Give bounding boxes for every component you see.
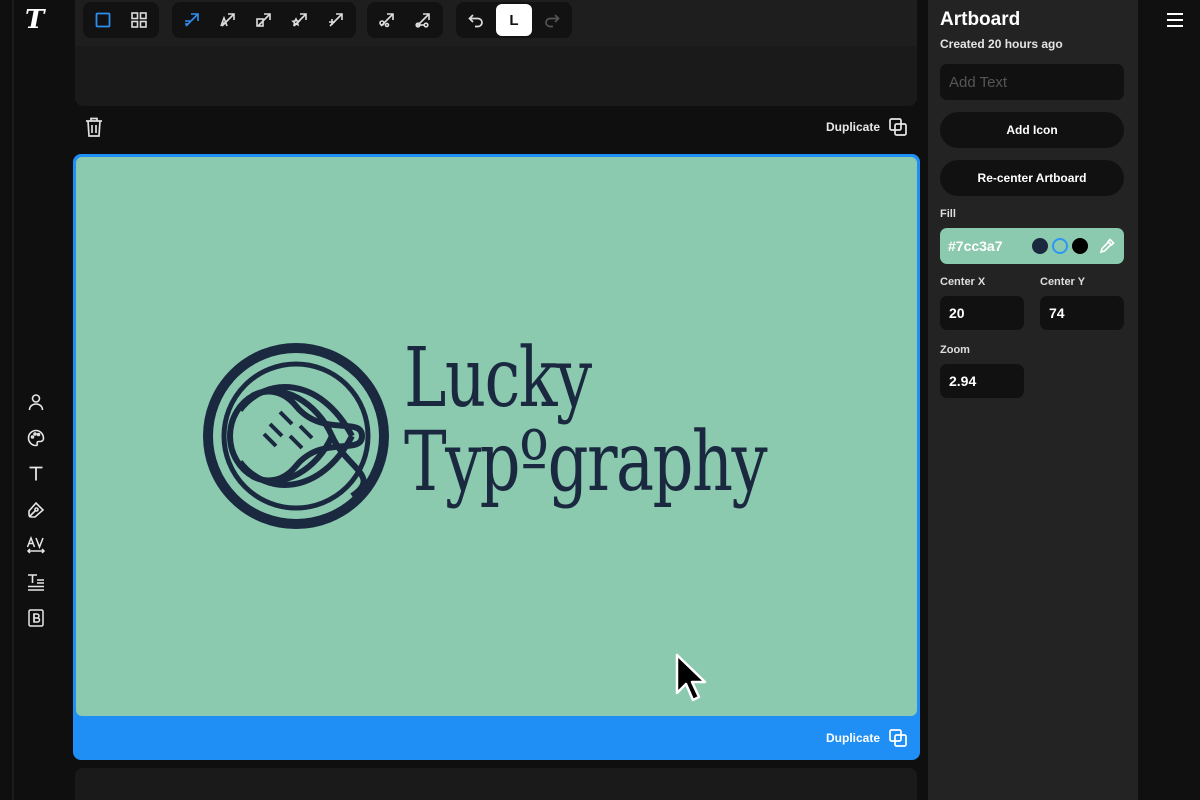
- eyedropper-icon[interactable]: [1098, 237, 1116, 255]
- node-branch-icon[interactable]: [407, 4, 439, 36]
- next-artboard-preview[interactable]: [75, 768, 917, 800]
- single-layout-icon[interactable]: [87, 4, 119, 36]
- history-group: L: [456, 2, 572, 38]
- mouse-cursor-icon: [675, 653, 707, 702]
- align-left-icon[interactable]: [176, 4, 208, 36]
- center-x-input[interactable]: 20: [940, 296, 1024, 330]
- artboard-title-line1[interactable]: Lucky: [404, 338, 592, 420]
- hamburger-menu-icon[interactable]: [1166, 12, 1184, 28]
- zoom-input[interactable]: 2.94: [940, 364, 1024, 398]
- duplicate-button-top[interactable]: Duplicate: [826, 117, 908, 137]
- center-y-label: Center Y: [1040, 276, 1086, 288]
- top-toolbar: L: [75, 0, 917, 46]
- knot-logo-icon[interactable]: [200, 340, 392, 532]
- trash-icon[interactable]: [84, 116, 104, 138]
- swatch-navy[interactable]: [1032, 238, 1048, 254]
- align-text-icon[interactable]: [212, 4, 244, 36]
- right-edge-bar: [1138, 0, 1200, 800]
- user-icon[interactable]: [25, 391, 47, 413]
- center-y-input[interactable]: 74: [1040, 296, 1124, 330]
- layout-group: [83, 2, 159, 38]
- duplicate-label-bottom: Duplicate: [826, 731, 881, 745]
- pen-tool-icon[interactable]: [25, 499, 47, 521]
- panel-title: Artboard: [940, 9, 1021, 30]
- swatch-current[interactable]: [1052, 238, 1068, 254]
- redo-icon[interactable]: [536, 4, 568, 36]
- rail-divider: [12, 0, 14, 800]
- fill-color-field[interactable]: #7cc3a7: [940, 228, 1124, 264]
- book-icon[interactable]: [25, 607, 47, 629]
- text-style-icon[interactable]: [25, 571, 47, 593]
- duplicate-label: Duplicate: [826, 120, 881, 134]
- active-tool-button[interactable]: L: [496, 4, 532, 36]
- duplicate-icon: [889, 729, 907, 747]
- kerning-icon[interactable]: [25, 535, 47, 557]
- add-icon-button[interactable]: Add Icon: [940, 112, 1124, 148]
- app-logo[interactable]: T: [25, 6, 51, 34]
- left-rail: T: [0, 0, 74, 800]
- toolbar-options-strip: [75, 46, 917, 106]
- align-split-icon[interactable]: [320, 4, 352, 36]
- duplicate-icon: [889, 118, 907, 136]
- recenter-artboard-button[interactable]: Re-center Artboard: [940, 160, 1124, 196]
- align-star-icon[interactable]: [284, 4, 316, 36]
- align-box-icon[interactable]: [248, 4, 280, 36]
- panel-subtitle: Created 20 hours ago: [940, 37, 1063, 51]
- zoom-label: Zoom: [940, 344, 970, 356]
- artboard-title-line2[interactable]: Typºgraphy: [404, 422, 768, 504]
- undo-icon[interactable]: [460, 4, 492, 36]
- fill-label: Fill: [940, 208, 956, 220]
- align-group: [172, 2, 356, 38]
- text-tool-icon[interactable]: [25, 463, 47, 485]
- palette-icon[interactable]: [25, 427, 47, 449]
- swatch-black[interactable]: [1072, 238, 1088, 254]
- node-link-icon[interactable]: [371, 4, 403, 36]
- duplicate-button-bottom[interactable]: Duplicate: [826, 728, 908, 748]
- center-x-label: Center X: [940, 276, 986, 288]
- add-text-input[interactable]: Add Text: [940, 64, 1124, 100]
- fill-hex-value[interactable]: #7cc3a7: [948, 238, 1032, 254]
- app-root: T L Duplicate Lucky Typºgraphy Duplicate…: [0, 0, 1200, 800]
- active-tool-label: L: [509, 11, 519, 29]
- grid-layout-icon[interactable]: [123, 4, 155, 36]
- node-group: [367, 2, 443, 38]
